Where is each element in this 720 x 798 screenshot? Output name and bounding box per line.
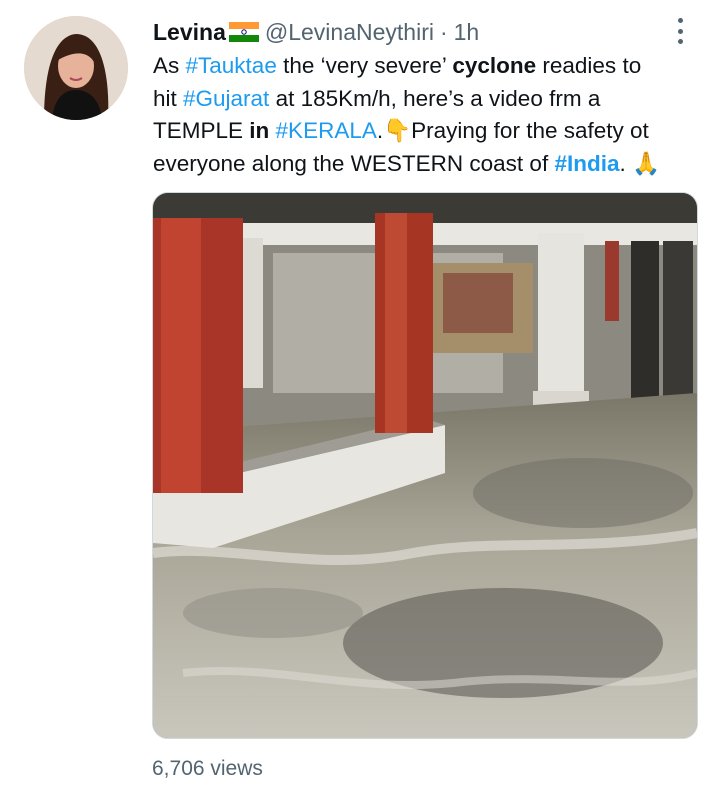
text-segment: everyone along the WESTERN coast of — [153, 150, 555, 176]
bold-text: cyclone — [452, 53, 537, 78]
video-frame — [153, 193, 697, 738]
tweet-text-line-3: TEMPLE in #KERALA.👇Praying for the safet… — [153, 115, 698, 148]
text-segment: Praying for the safety ot — [411, 118, 649, 143]
hashtag-kerala[interactable]: #KERALA — [276, 118, 377, 143]
author-handle[interactable]: @LevinaNeythiri — [265, 19, 434, 46]
folded-hands-icon: 🙏 — [632, 150, 661, 176]
text-segment: readies to — [536, 53, 642, 78]
separator-dot: · — [439, 18, 448, 45]
tweet-header: Levina @LevinaNeythiri · 1h — [153, 14, 479, 50]
text-segment: hit — [153, 85, 184, 111]
text-segment: As — [153, 53, 186, 78]
bold-text: in — [249, 118, 270, 143]
avatar[interactable] — [24, 16, 128, 120]
tweet-text-line-1: As #Tauktae the ‘very severe’ cyclone re… — [153, 50, 698, 83]
timestamp[interactable]: 1h — [454, 19, 480, 46]
india-flag-icon — [228, 22, 259, 43]
tweet-text-line-4: everyone along the WESTERN coast of #Ind… — [153, 148, 698, 181]
tweet-text: As #Tauktae the ‘very severe’ cyclone re… — [153, 50, 698, 180]
text-segment: the ‘very severe’ — [276, 53, 453, 78]
tweet-text-line-2: hit #Gujarat at 185Km/h, here’s a video … — [153, 83, 698, 116]
author-name[interactable]: Levina — [153, 19, 226, 46]
view-count: 6,706 views — [152, 757, 263, 780]
hashtag-gujarat[interactable]: #Gujarat — [183, 86, 269, 111]
text-segment: TEMPLE — [153, 118, 250, 143]
more-vertical-icon[interactable] — [668, 18, 692, 44]
text-segment: . — [619, 150, 632, 176]
hashtag-india[interactable]: #India — [554, 151, 619, 176]
avatar-image — [24, 16, 128, 120]
pointing-down-icon: 👇 — [383, 118, 412, 143]
video-player[interactable] — [152, 192, 698, 739]
hashtag-tauktae[interactable]: #Tauktae — [186, 53, 277, 78]
text-segment: at 185Km/h, here’s a video frm a — [269, 85, 601, 111]
